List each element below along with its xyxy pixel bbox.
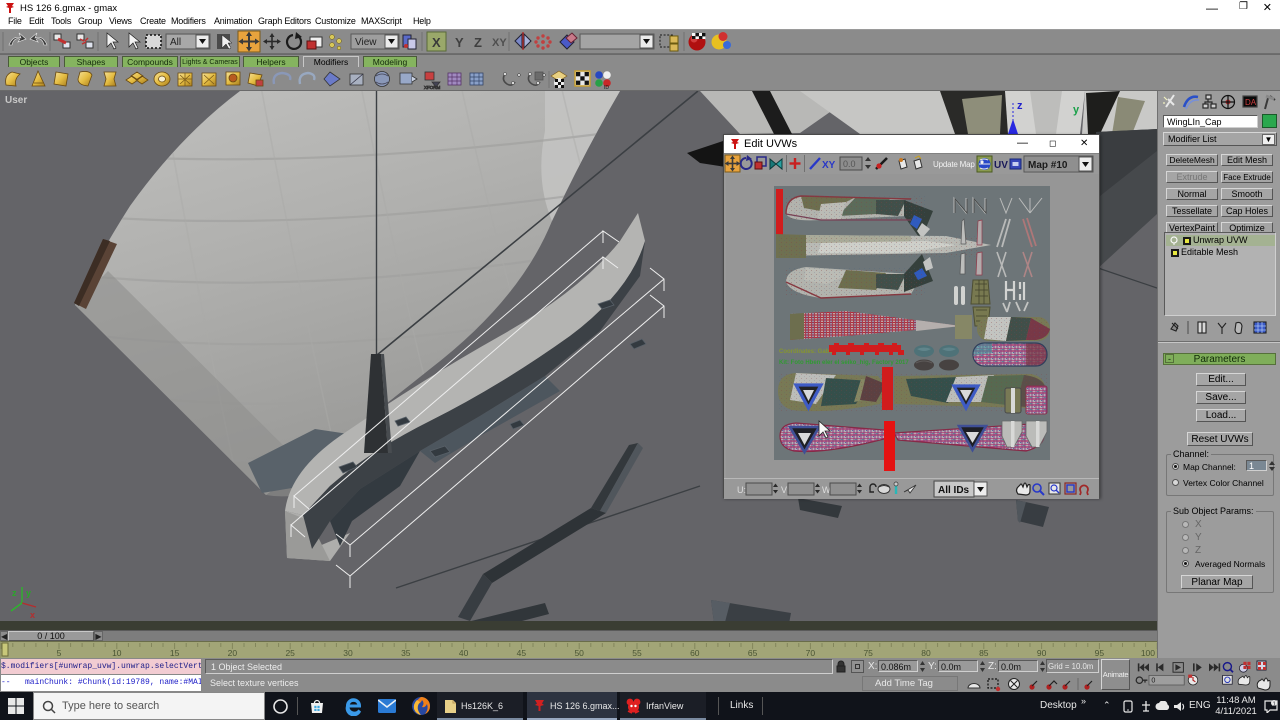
svg-text:z: z [12, 588, 17, 598]
svg-text:50: 50 [574, 648, 584, 658]
svg-text:20: 20 [228, 648, 238, 658]
svg-text:100: 100 [1141, 648, 1155, 658]
svg-text:UV: UV [994, 160, 1008, 171]
svg-text:5: 5 [57, 648, 62, 658]
svg-text:x: x [30, 610, 35, 620]
svg-text:15: 15 [170, 648, 180, 658]
svg-text:View: View [355, 37, 377, 48]
svg-text:z: z [1017, 100, 1023, 112]
svg-text:25: 25 [285, 648, 295, 658]
svg-text:U:: U: [737, 485, 746, 495]
svg-text:y: y [1073, 104, 1080, 116]
svg-text:User: User [5, 95, 27, 106]
svg-text:40: 40 [459, 648, 469, 658]
svg-text:X: X [432, 35, 441, 50]
svg-text:Y: Y [455, 35, 464, 50]
svg-text:80: 80 [921, 648, 931, 658]
svg-text:65: 65 [748, 648, 758, 658]
svg-text:60: 60 [690, 648, 700, 658]
svg-text:DA: DA [1245, 98, 1257, 107]
svg-text:Z: Z [474, 35, 482, 50]
svg-text:75: 75 [863, 648, 873, 658]
svg-text:All IDs: All IDs [938, 485, 970, 496]
svg-text:y: y [26, 588, 31, 598]
svg-text:0.0: 0.0 [843, 159, 856, 169]
svg-text:85: 85 [979, 648, 989, 658]
svg-text:45: 45 [517, 648, 527, 658]
svg-text:0: 0 [1151, 676, 1155, 685]
svg-text:Update Map: Update Map [933, 160, 975, 169]
svg-text:35: 35 [401, 648, 411, 658]
svg-text:Map #10: Map #10 [1028, 160, 1068, 171]
svg-text:1: 1 [1273, 701, 1276, 707]
svg-text:10: 10 [112, 648, 122, 658]
svg-text:XY: XY [822, 160, 836, 171]
svg-text:70: 70 [806, 648, 816, 658]
svg-text:All: All [170, 37, 181, 48]
svg-text:30: 30 [343, 648, 353, 658]
svg-text:XFORM: XFORM [424, 85, 441, 90]
svg-text:55: 55 [632, 648, 642, 658]
svg-text:XY: XY [492, 37, 507, 49]
svg-text:90: 90 [1037, 648, 1047, 658]
svg-text:95: 95 [1095, 648, 1105, 658]
